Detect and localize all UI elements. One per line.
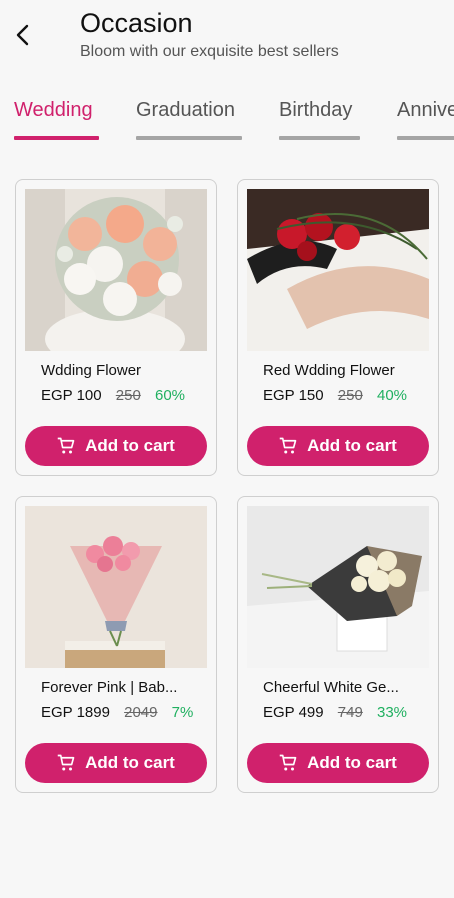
price-row: EGP 100 250 60%: [41, 387, 185, 404]
add-to-cart-label: Add to cart: [85, 753, 175, 772]
product-price: EGP 1899: [41, 704, 110, 721]
product-card[interactable]: Cheerful White Ge... EGP 499 749 33% Add…: [237, 496, 439, 793]
tab-indicator: [279, 136, 360, 140]
price-row: EGP 150 250 40%: [263, 387, 407, 404]
back-button[interactable]: [6, 18, 40, 52]
page-subtitle: Bloom with our exquisite best sellers: [80, 43, 339, 60]
discount-badge: 40%: [376, 387, 408, 404]
tab-label: Wedding: [14, 99, 93, 121]
original-price: 250: [115, 387, 141, 404]
discount-badge: 33%: [376, 704, 408, 721]
product-card[interactable]: Wdding Flower EGP 100 250 60% Add to car…: [15, 179, 217, 476]
add-to-cart-button[interactable]: Add to cart: [25, 426, 207, 466]
product-card[interactable]: Red Wdding Flower EGP 150 250 40% Add to…: [237, 179, 439, 476]
tab-label: Birthday: [279, 99, 353, 121]
product-name: Cheerful White Ge...: [263, 679, 399, 696]
price-row: EGP 499 749 33%: [263, 704, 407, 721]
tab-anniversary[interactable]: Anniversary: [397, 96, 454, 140]
tab-indicator: [397, 136, 454, 140]
product-name: Red Wdding Flower: [263, 362, 395, 379]
tab-wedding[interactable]: Wedding: [14, 96, 99, 140]
product-price: EGP 499: [263, 704, 324, 721]
cart-icon: [57, 754, 75, 772]
tab-label: Graduation: [136, 99, 235, 121]
product-price: EGP 150: [263, 387, 324, 404]
product-card[interactable]: Forever Pink | Bab... EGP 1899 2049 7% A…: [15, 496, 217, 793]
price-row: EGP 1899 2049 7%: [41, 704, 193, 721]
discount-badge: 60%: [154, 387, 186, 404]
product-name: Forever Pink | Bab...: [41, 679, 178, 696]
occasion-tabs: Wedding Graduation Birthday Anniversary: [0, 96, 454, 142]
app-header: Occasion Bloom with our exquisite best s…: [0, 0, 454, 80]
product-price: EGP 100: [41, 387, 102, 404]
cart-icon: [279, 754, 297, 772]
arrow-back-icon: [16, 24, 29, 46]
add-to-cart-label: Add to cart: [307, 753, 397, 772]
cart-icon: [279, 437, 297, 455]
product-image[interactable]: [247, 506, 429, 668]
tab-indicator: [136, 136, 242, 140]
original-price: 2049: [124, 704, 158, 721]
tab-graduation[interactable]: Graduation: [136, 96, 242, 140]
add-to-cart-button[interactable]: Add to cart: [247, 743, 429, 783]
product-image[interactable]: [25, 506, 207, 668]
original-price: 749: [337, 704, 363, 721]
tab-label: Anniversary: [397, 99, 454, 121]
product-image[interactable]: [247, 189, 429, 351]
add-to-cart-label: Add to cart: [307, 436, 397, 455]
add-to-cart-label: Add to cart: [85, 436, 175, 455]
product-name: Wdding Flower: [41, 362, 142, 379]
discount-badge: 7%: [171, 704, 194, 721]
product-image[interactable]: [25, 189, 207, 351]
original-price: 250: [337, 387, 363, 404]
add-to-cart-button[interactable]: Add to cart: [247, 426, 429, 466]
add-to-cart-button[interactable]: Add to cart: [25, 743, 207, 783]
tab-indicator: [14, 136, 99, 140]
tab-birthday[interactable]: Birthday: [279, 96, 360, 140]
page-title: Occasion: [80, 8, 193, 38]
cart-icon: [57, 437, 75, 455]
